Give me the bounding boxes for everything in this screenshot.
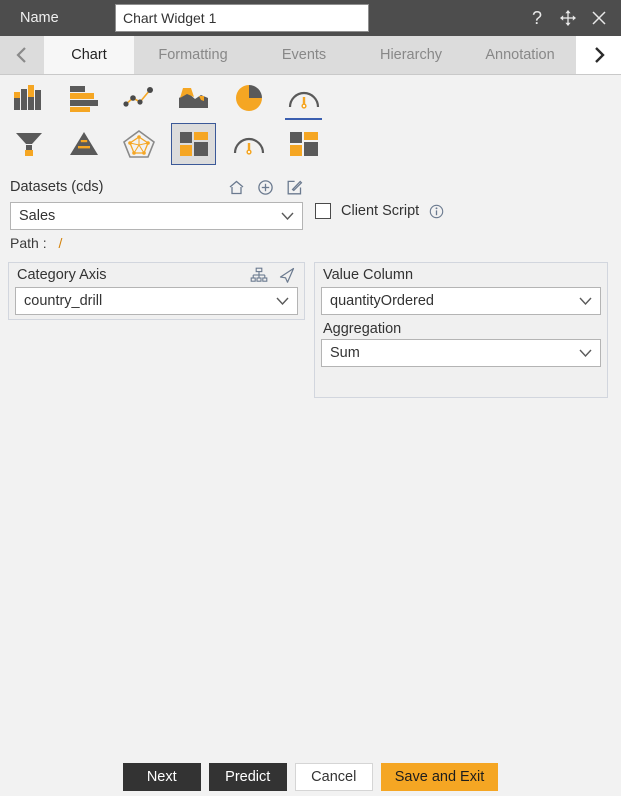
- chevron-right-icon: [590, 45, 608, 65]
- category-axis-header: Category Axis: [9, 263, 304, 287]
- chevron-left-icon: [13, 45, 31, 65]
- info-icon[interactable]: [429, 204, 444, 219]
- predict-button[interactable]: Predict: [208, 763, 287, 791]
- client-script-label: Client Script: [341, 203, 420, 219]
- aggregation-label: Aggregation: [323, 321, 402, 337]
- name-label: Name: [20, 10, 59, 26]
- value-column-select[interactable]: quantityOrdered: [321, 287, 601, 315]
- edit-icon[interactable]: [286, 179, 303, 196]
- move-icon[interactable]: [559, 9, 577, 27]
- radar-chart-icon[interactable]: [116, 123, 161, 165]
- tab-bar: Chart Formatting Events Hierarchy Annota…: [0, 36, 621, 75]
- path-label: Path :: [10, 235, 47, 251]
- datasets-select[interactable]: Sales: [10, 202, 303, 230]
- pie-chart-icon[interactable]: [226, 77, 271, 119]
- hierarchy-icon[interactable]: [250, 267, 268, 284]
- chart-type-toolbar: [0, 75, 621, 167]
- aggregation-value: Sum: [330, 345, 360, 361]
- tab-events[interactable]: Events: [252, 36, 356, 74]
- dataset-path: Path : /: [10, 235, 303, 251]
- tab-annotation[interactable]: Annotation: [466, 36, 574, 74]
- chart-widget-dialog: Name ?: [0, 0, 621, 796]
- chevron-down-icon: [579, 297, 592, 305]
- path-value: /: [58, 235, 63, 251]
- widget-name-input[interactable]: [115, 4, 369, 32]
- datasets-block: Datasets (cds) Sales Path: /: [10, 176, 303, 251]
- datasets-header: Datasets (cds): [10, 176, 303, 198]
- close-icon[interactable]: [590, 9, 608, 27]
- chart-type-row-2: [0, 121, 621, 167]
- category-axis-panel: Category Axis country_drill: [8, 262, 305, 320]
- plus-circle-icon[interactable]: [257, 179, 274, 196]
- datasets-select-value: Sales: [19, 208, 56, 224]
- tab-formatting[interactable]: Formatting: [134, 36, 252, 74]
- tabs-scroll-left-button[interactable]: [0, 36, 44, 74]
- client-script-row: Client Script: [315, 203, 444, 219]
- dialog-footer: Next Predict Cancel Save and Exit: [0, 758, 621, 796]
- value-column-header: Value Column: [315, 263, 607, 287]
- category-axis-label: Category Axis: [17, 267, 107, 283]
- chevron-down-icon: [281, 212, 294, 220]
- cancel-button[interactable]: Cancel: [294, 763, 373, 791]
- column-chart-icon[interactable]: [6, 77, 51, 119]
- datasets-label: Datasets (cds): [10, 179, 104, 195]
- area-chart-icon[interactable]: [171, 77, 216, 119]
- treemap-chart-icon[interactable]: [171, 123, 216, 165]
- home-icon[interactable]: [228, 179, 245, 196]
- chevron-down-icon: [276, 297, 289, 305]
- datasets-header-icons: [228, 179, 303, 196]
- aggregation-select[interactable]: Sum: [321, 339, 601, 367]
- titlebar-icons: ?: [528, 9, 608, 27]
- value-column-label: Value Column: [323, 267, 414, 283]
- speedometer-chart-icon[interactable]: [226, 123, 271, 165]
- svg-text:?: ?: [532, 9, 542, 27]
- next-button[interactable]: Next: [122, 763, 201, 791]
- gauge-chart-icon[interactable]: [281, 77, 326, 120]
- tile-chart-icon[interactable]: [281, 123, 326, 165]
- category-axis-value: country_drill: [24, 293, 103, 309]
- tab-hierarchy[interactable]: Hierarchy: [356, 36, 466, 74]
- paper-plane-icon[interactable]: [278, 267, 296, 284]
- value-column-panel: Value Column quantityOrdered Aggregation…: [314, 262, 608, 398]
- chart-type-row-1: [0, 75, 621, 121]
- client-script-checkbox[interactable]: [315, 203, 331, 219]
- dialog-titlebar: Name ?: [0, 0, 621, 36]
- tab-chart[interactable]: Chart: [44, 36, 134, 74]
- pyramid-chart-icon[interactable]: [61, 123, 106, 165]
- save-and-exit-button[interactable]: Save and Exit: [380, 763, 499, 791]
- tabs-scroll-right-button[interactable]: [576, 36, 621, 74]
- funnel-chart-icon[interactable]: [6, 123, 51, 165]
- category-axis-select[interactable]: country_drill: [15, 287, 298, 315]
- help-icon[interactable]: ?: [528, 9, 546, 27]
- value-column-value: quantityOrdered: [330, 293, 434, 309]
- category-axis-header-icons: [250, 267, 296, 284]
- bar-chart-icon[interactable]: [61, 77, 106, 119]
- scatter-chart-icon[interactable]: [116, 77, 161, 119]
- chevron-down-icon: [579, 349, 592, 357]
